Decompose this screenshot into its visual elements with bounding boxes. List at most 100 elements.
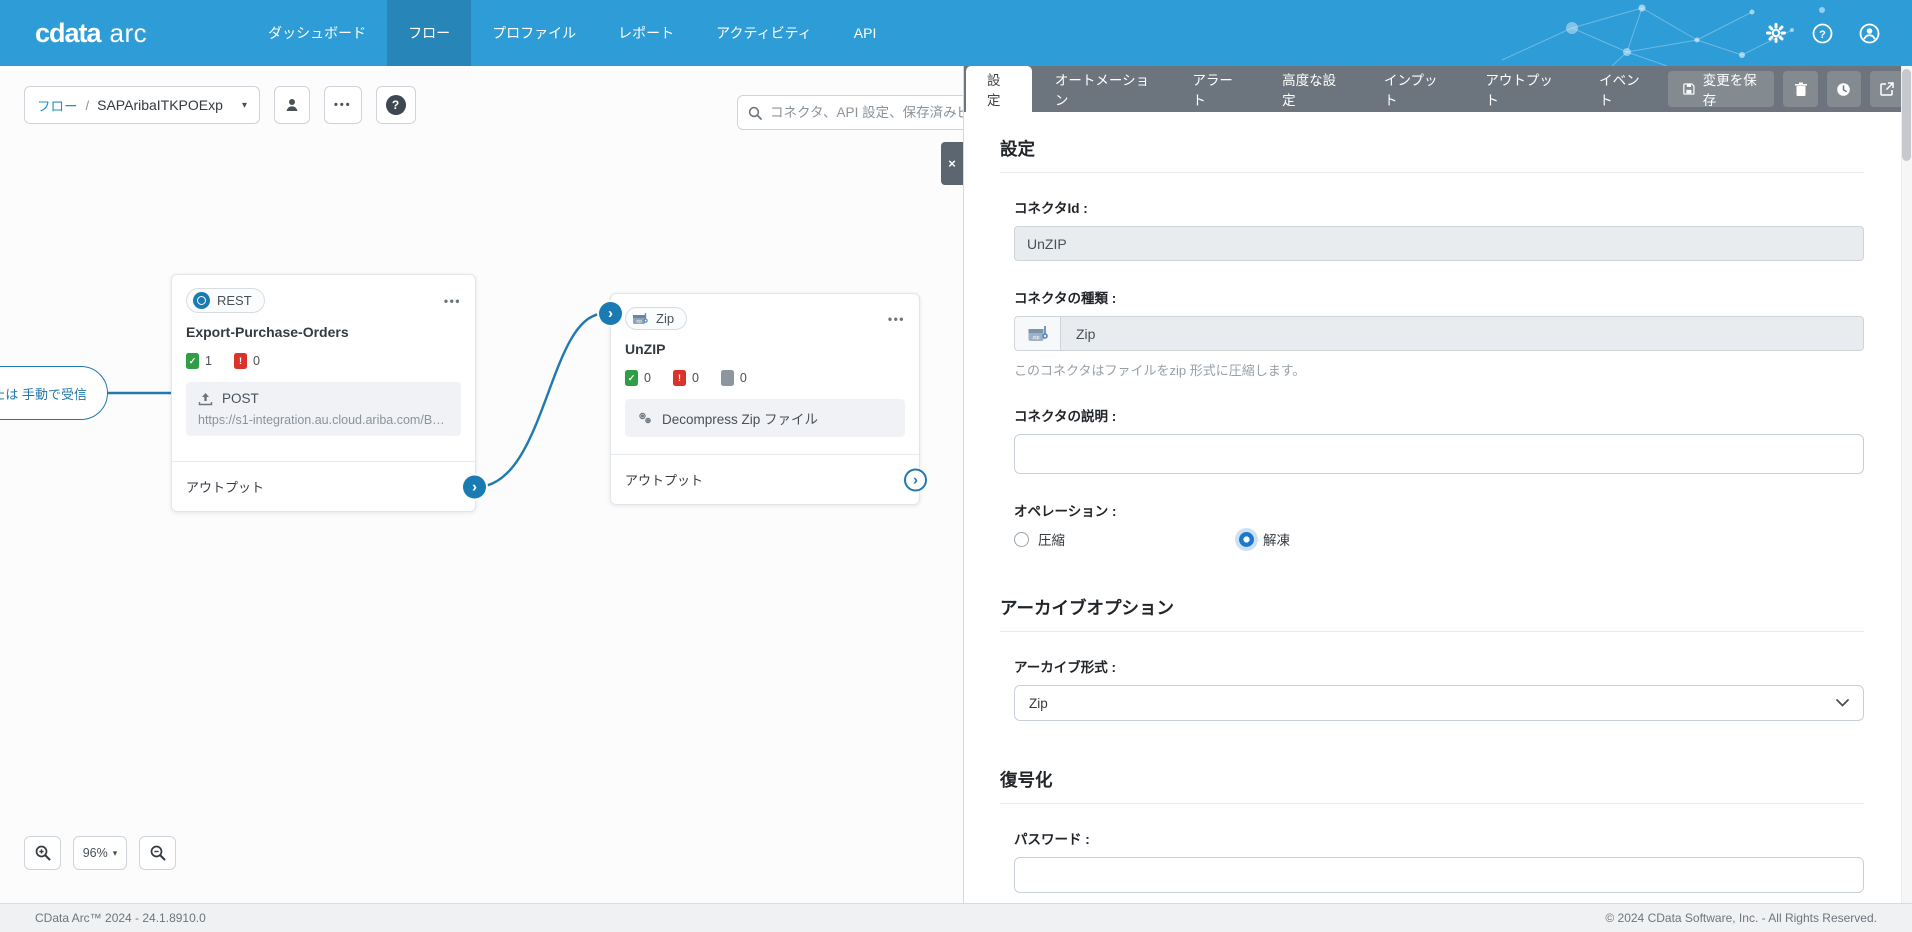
connector-type-label: コネクタの種類 : bbox=[1014, 291, 1117, 306]
cdata-arc-app: cdata arc ダッシュボード フロー プロファイル レポート アクティビテ… bbox=[0, 0, 1912, 932]
success-files-stat[interactable]: ✓ 0 bbox=[625, 370, 651, 386]
connector-id-value: UnZIP bbox=[1027, 235, 1067, 252]
tab-input[interactable]: インプット bbox=[1363, 66, 1464, 112]
close-icon: × bbox=[948, 156, 956, 171]
help-icon[interactable]: ? bbox=[1812, 23, 1833, 44]
password-field: パスワード : bbox=[1014, 828, 1864, 893]
connector-card-unzip[interactable]: › zip Zip ••• UnZIP ✓ 0 ! 0 0 Decompress… bbox=[599, 293, 927, 505]
app-footer: CData Arc™ 2024 - 24.1.8910.0 © 2024 CDa… bbox=[0, 903, 1912, 932]
flow-breadcrumb-selector[interactable]: フロー / SAPAribaITKPOExp ▾ bbox=[24, 86, 260, 124]
tab-alerts[interactable]: アラート bbox=[1171, 66, 1261, 112]
operation-decompress-option[interactable]: 解凍 bbox=[1239, 529, 1464, 549]
cdata-arc-logo[interactable]: cdata arc bbox=[35, 18, 147, 49]
panel-tab-bar: 設定 オートメーション アラート 高度な設定 インプット アウトプット イベント… bbox=[964, 66, 1912, 112]
tab-settings[interactable]: 設定 bbox=[966, 66, 1032, 112]
card-menu-ellipsis[interactable]: ••• bbox=[888, 312, 905, 326]
footer-copyright-text: © 2024 CData Software, Inc. - All Rights… bbox=[1605, 911, 1877, 925]
tab-advanced[interactable]: 高度な設定 bbox=[1261, 66, 1363, 112]
top-navigation-bar: cdata arc ダッシュボード フロー プロファイル レポート アクティビテ… bbox=[0, 0, 1912, 66]
connector-description-input[interactable] bbox=[1014, 434, 1864, 474]
zip-connector-icon: zip bbox=[633, 313, 648, 324]
trash-icon bbox=[1794, 82, 1807, 96]
error-files-stat[interactable]: ! 0 bbox=[672, 370, 699, 386]
panel-scrollbar[interactable] bbox=[1901, 66, 1912, 903]
flow-canvas[interactable]: フロー / SAPAribaITKPOExp ▾ ••• ? コネクタ、API … bbox=[0, 66, 963, 903]
user-account-icon[interactable] bbox=[1859, 23, 1880, 44]
archive-format-field: アーカイブ形式 : Zip bbox=[1014, 656, 1864, 721]
output-port[interactable]: › bbox=[463, 475, 486, 498]
connector-title: UnZIP bbox=[625, 341, 666, 357]
nav-item-profiles[interactable]: プロファイル bbox=[471, 0, 597, 66]
flow-help-button[interactable]: ? bbox=[375, 86, 416, 124]
save-icon bbox=[1683, 83, 1695, 95]
tab-output[interactable]: アウトプット bbox=[1464, 66, 1578, 112]
pending-count: 0 bbox=[739, 371, 747, 385]
panel-close-button[interactable]: × bbox=[941, 142, 963, 185]
operation-compress-option[interactable]: 圧縮 bbox=[1014, 529, 1239, 549]
radio-unchecked-icon[interactable] bbox=[1014, 531, 1029, 547]
nav-item-activity[interactable]: アクティビティ bbox=[695, 0, 833, 66]
input-port[interactable]: › bbox=[599, 302, 622, 325]
canvas-search bbox=[737, 95, 963, 130]
output-port[interactable]: › bbox=[904, 468, 927, 491]
panel-content: 設定 コネクタId : UnZIP コネクタの種類 : zip Zip このコネ… bbox=[964, 112, 1912, 903]
success-doc-icon: ✓ bbox=[186, 353, 199, 369]
ellipsis-icon: ••• bbox=[334, 99, 352, 111]
settings-gear-icon[interactable] bbox=[1765, 23, 1786, 44]
nav-item-dashboard[interactable]: ダッシュボード bbox=[247, 0, 387, 66]
archive-format-select[interactable]: Zip bbox=[1014, 685, 1864, 721]
delete-connector-button[interactable] bbox=[1783, 71, 1818, 107]
chevron-down-icon: ▾ bbox=[112, 847, 118, 858]
save-changes-button[interactable]: 変更を保存 bbox=[1667, 71, 1775, 108]
settings-section-title: 設定 bbox=[1000, 136, 1864, 173]
main-area: フロー / SAPAribaITKPOExp ▾ ••• ? コネクタ、API … bbox=[0, 66, 1912, 903]
success-files-stat[interactable]: ✓ 1 bbox=[186, 353, 212, 369]
http-method: POST bbox=[222, 391, 259, 406]
svg-text:zip: zip bbox=[1032, 335, 1039, 341]
search-input[interactable] bbox=[770, 105, 963, 120]
tab-automation[interactable]: オートメーション bbox=[1034, 66, 1171, 112]
scrollbar-thumb[interactable] bbox=[1902, 69, 1911, 161]
endpoint-url: https://s1-integration.au.cloud.ariba.co… bbox=[198, 413, 449, 427]
connector-card-export-purchase-orders[interactable]: REST ••• Export-Purchase-Orders ✓ 1 ! 0 bbox=[171, 274, 486, 512]
open-in-new-window-button[interactable] bbox=[1869, 71, 1905, 107]
radio-checked-icon[interactable] bbox=[1239, 531, 1254, 547]
history-button[interactable] bbox=[1826, 71, 1861, 107]
password-input[interactable] bbox=[1014, 857, 1864, 893]
footer-version-text: CData Arc™ 2024 - 24.1.8910.0 bbox=[35, 911, 206, 925]
nav-item-api[interactable]: API bbox=[833, 0, 898, 66]
compress-label: 圧縮 bbox=[1038, 533, 1065, 548]
tab-events[interactable]: イベント bbox=[1578, 66, 1668, 112]
connector-id-input[interactable]: UnZIP bbox=[1014, 226, 1864, 261]
zoom-in-button[interactable] bbox=[24, 836, 61, 870]
flow-start-node[interactable]: または 手動で受信 bbox=[0, 366, 108, 420]
error-count: 0 bbox=[252, 354, 260, 368]
zoom-out-icon bbox=[150, 845, 165, 861]
success-doc-icon: ✓ bbox=[625, 370, 638, 386]
zoom-in-icon bbox=[35, 845, 50, 861]
archive-options-section-title: アーカイブオプション bbox=[1000, 595, 1864, 632]
canvas-zoom-controls: 96% ▾ bbox=[24, 836, 176, 870]
nav-item-reports[interactable]: レポート bbox=[597, 0, 695, 66]
clock-icon bbox=[1837, 82, 1851, 96]
zoom-out-button[interactable] bbox=[139, 836, 176, 870]
card-menu-ellipsis[interactable]: ••• bbox=[444, 294, 461, 308]
flow-users-button[interactable] bbox=[274, 86, 310, 124]
pending-files-stat[interactable]: 0 bbox=[720, 370, 747, 386]
error-files-stat[interactable]: ! 0 bbox=[233, 353, 260, 369]
connector-type-badge: REST bbox=[186, 288, 265, 313]
flow-more-options-button[interactable]: ••• bbox=[324, 86, 362, 124]
connector-id-field: コネクタId : UnZIP bbox=[1014, 197, 1864, 261]
output-label: アウトプット bbox=[625, 473, 704, 488]
decompress-label: 解凍 bbox=[1263, 533, 1290, 548]
topbar-icon-group: ? bbox=[1765, 23, 1912, 44]
badge-label: REST bbox=[217, 293, 252, 308]
pending-doc-icon bbox=[720, 370, 734, 386]
zoom-level-dropdown[interactable]: 96% ▾ bbox=[73, 836, 127, 870]
logo-product-text: arc bbox=[109, 17, 148, 48]
connector-output-row: アウトプット › bbox=[172, 461, 486, 511]
breadcrumb-flows-link[interactable]: フロー bbox=[37, 95, 78, 115]
connector-type-badge: zip Zip bbox=[625, 307, 688, 330]
connector-output-row: アウトプット › bbox=[611, 454, 927, 504]
nav-item-flows[interactable]: フロー bbox=[387, 0, 472, 66]
